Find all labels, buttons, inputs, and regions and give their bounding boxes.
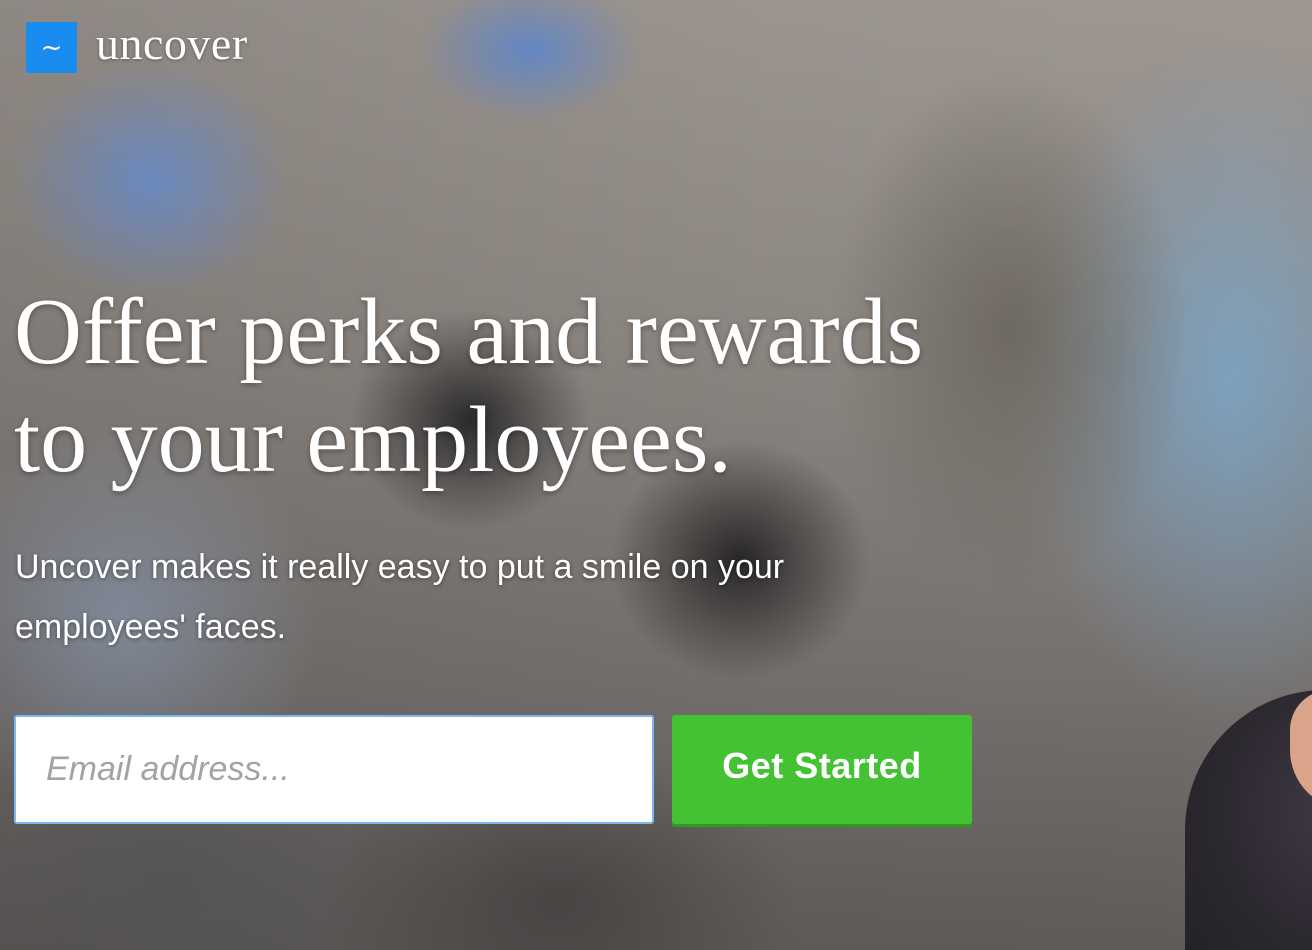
hero-headline: Offer perks and rewards to your employee…	[14, 278, 1114, 494]
logo-link[interactable]: ~ uncover	[26, 17, 248, 73]
brand-name: uncover	[96, 17, 248, 69]
get-started-button[interactable]: Get Started	[672, 715, 972, 824]
hero-subheadline: Uncover makes it really easy to put a sm…	[15, 548, 785, 646]
hero-headline-line-2: to your employees.	[14, 388, 732, 492]
email-field[interactable]	[14, 715, 654, 824]
tilde-icon: ~	[26, 22, 77, 73]
signup-form: Get Started	[14, 715, 972, 824]
hero-headline-line-1: Offer perks and rewards	[14, 280, 924, 384]
